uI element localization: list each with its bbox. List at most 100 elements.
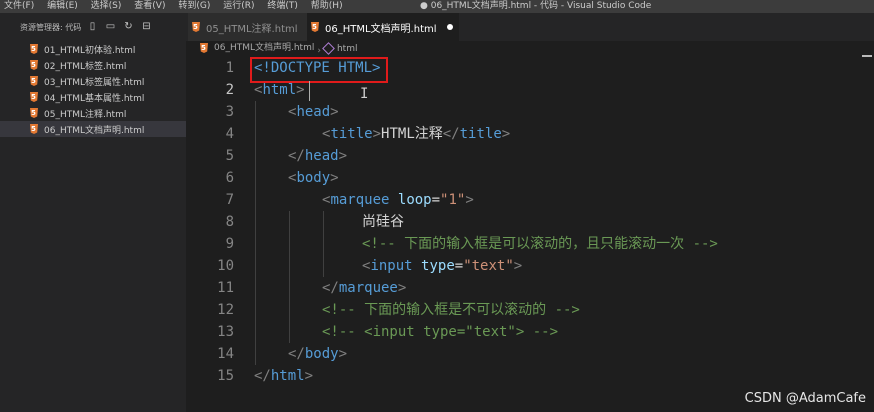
chevron-right-icon: › [317,46,321,56]
collapse-all-icon[interactable]: ⊟ [141,21,152,32]
file-label: 01_HTML初体验.html [44,45,136,56]
token-tag: body [304,346,339,362]
code-line-14: </body> [288,346,348,362]
breadcrumb: 06_HTML文档声明.html › html [186,41,874,56]
html5-icon [30,124,38,134]
html5-icon [30,108,38,118]
html5-icon [30,60,38,70]
code-line-8: 尚硅谷 [362,211,404,233]
token-bracket: > [296,82,305,98]
line-number: 14 [217,346,234,362]
new-folder-icon[interactable]: ▭ [105,21,116,32]
code-line-10: <input type="text"> [362,258,523,274]
code-line-6: <body> [288,170,339,186]
menu-go[interactable]: 转到(G) [174,0,210,13]
line-number: 8 [225,214,234,230]
file-item[interactable]: 03_HTML标签属性.html [0,73,186,89]
token-comment: <!-- 下面的输入框是可以滚动的，且只能滚动一次 --> [362,236,718,252]
explorer-header: 资源管理器: 代码 ▯ ▭ ↻ ⊟ [0,13,186,41]
line-number: 10 [217,258,234,274]
file-label: 06_HTML文档声明.html [44,125,145,136]
indent-guide [323,211,324,277]
code-line-15: </html> [254,368,314,384]
code-line-12: <!-- 下面的输入框是不可以滚动的 --> [322,299,580,321]
explorer-sidebar: 资源管理器: 代码 ▯ ▭ ↻ ⊟ 01_HTML初体验.html 02_HTM… [0,13,186,412]
scrollbar-marker[interactable] [862,55,872,57]
token-tag: title [459,126,502,142]
token-string: "text" [463,258,514,274]
indent-guide [289,211,290,343]
line-number: 15 [217,368,234,384]
refresh-icon[interactable]: ↻ [123,21,134,32]
token-text: 尚硅谷 [362,214,404,230]
file-label: 05_HTML注释.html [44,109,127,120]
new-file-icon[interactable]: ▯ [87,21,98,32]
menu-terminal[interactable]: 终端(T) [263,0,298,13]
line-number: 11 [217,280,234,296]
html5-icon [30,92,38,102]
token-string: "1" [440,192,466,208]
token-tag: head [296,104,331,120]
line-number: 12 [217,302,234,318]
line-number: 6 [225,170,234,186]
tab-05-html-comment[interactable]: 05_HTML注释.html [188,13,308,41]
file-item-active[interactable]: 06_HTML文档声明.html [0,121,186,137]
token-tag: marquee [330,192,390,208]
html5-icon [30,76,38,86]
line-number: 3 [225,104,234,120]
file-item[interactable]: 01_HTML初体验.html [0,41,186,57]
code-line-9: <!-- 下面的输入框是可以滚动的，且只能滚动一次 --> [362,233,718,255]
doctype-highlight-box [250,57,388,83]
line-number: 4 [225,126,234,142]
file-label: 03_HTML标签属性.html [44,77,145,88]
menu-view[interactable]: 查看(V) [130,0,165,13]
line-number: 7 [225,192,234,208]
breadcrumb-symbol[interactable]: html [322,42,358,56]
token-tag: html [270,368,305,384]
menu-selection[interactable]: 选择(S) [87,0,122,13]
code-line-7: <marquee loop="1"> [322,192,474,208]
menu-run[interactable]: 运行(R) [219,0,254,13]
code-line-11: </marquee> [322,280,407,296]
html5-icon [192,22,200,32]
token-tag: head [304,148,339,164]
explorer-title: 资源管理器: 代码 [20,22,82,32]
token-tag: marquee [338,280,398,296]
token-attr: loop [397,192,432,208]
token-text: HTML注释 [381,126,443,142]
token-tag: title [330,126,373,142]
menu-edit[interactable]: 编辑(E) [43,0,78,13]
token-tag: html [262,82,297,98]
line-number: 13 [217,324,234,340]
token-attr: type [421,258,455,274]
breadcrumb-symbol-label: html [336,43,358,54]
html5-icon [200,43,208,53]
line-number: 9 [225,236,234,252]
breadcrumb-file[interactable]: 06_HTML文档声明.html [186,41,314,55]
token-tag: body [296,170,331,186]
html5-icon [311,22,319,32]
file-item[interactable]: 05_HTML注释.html [0,105,186,121]
breadcrumb-file-label: 06_HTML文档声明.html [214,43,315,53]
unsaved-dot-icon[interactable] [446,24,453,30]
editor-tabs: 05_HTML注释.html 06_HTML文档声明.html [186,13,874,41]
menu-file[interactable]: 文件(F) [0,0,34,13]
explorer-toolbar: ▯ ▭ ↻ ⊟ [87,21,152,32]
text-cursor [309,81,310,101]
menu-bar: 文件(F) 编辑(E) 选择(S) 查看(V) 转到(G) 运行(R) 终端(T… [0,0,874,13]
file-label: 04_HTML基本属性.html [44,93,145,104]
window-title: ● 06_HTML文档声明.html - 代码 - Visual Studio … [420,1,652,11]
code-line-13: <!-- <input type="text"> --> [322,321,558,343]
code-line-4: <title>HTML注释</title> [322,126,511,142]
tab-06-html-doctype[interactable]: 06_HTML文档声明.html [307,13,459,41]
token-comment: <!-- <input type="text"> --> [322,324,559,340]
file-item[interactable]: 04_HTML基本属性.html [0,89,186,105]
indent-guide [255,101,256,365]
menu-help[interactable]: 帮助(H) [307,0,343,13]
file-item[interactable]: 02_HTML标签.html [0,57,186,73]
file-label: 02_HTML标签.html [44,61,127,72]
line-number: 1 [225,60,234,76]
code-line-3: <head> [288,104,339,120]
token-tag: input [370,258,413,274]
mouse-ibeam-icon: I [360,86,369,102]
